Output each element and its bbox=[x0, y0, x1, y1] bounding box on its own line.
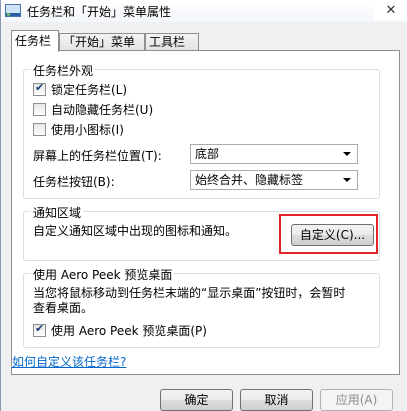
small-icons-checkbox[interactable]: 使用小图标(I) bbox=[33, 121, 124, 138]
group-taskbar-appearance: 任务栏外观 锁定任务栏(L) 自动隐藏任务栏(U) 使用小图标(I) 屏幕上的任… bbox=[23, 62, 380, 199]
apply-button[interactable]: 应用(A) bbox=[320, 389, 393, 411]
close-button[interactable]: ✕ bbox=[374, 0, 407, 20]
taskbar-buttons-value: 始终合并、隐藏标签 bbox=[195, 173, 304, 187]
help-link[interactable]: 如何自定义该任务栏? bbox=[12, 353, 126, 370]
aero-peek-checkbox-label: 使用 Aero Peek 预览桌面(P) bbox=[51, 324, 207, 338]
tab-panel-taskbar: 任务栏外观 锁定任务栏(L) 自动隐藏任务栏(U) 使用小图标(I) 屏幕上的任… bbox=[11, 50, 400, 375]
taskbar-app-icon bbox=[5, 3, 22, 19]
properties-window: 任务栏和「开始」菜单属性 ✕ 任务栏 「开始」菜单 工具栏 任务栏外观 锁定任务… bbox=[0, 0, 407, 411]
aero-peek-checkbox[interactable]: 使用 Aero Peek 预览桌面(P) bbox=[33, 322, 207, 339]
aero-peek-description-line2: 查看桌面。 bbox=[33, 301, 94, 315]
checkbox-box[interactable] bbox=[33, 123, 46, 136]
group-title-appearance: 任务栏外观 bbox=[31, 62, 96, 79]
tab-toolbars[interactable]: 工具栏 bbox=[145, 33, 199, 51]
lock-taskbar-label: 锁定任务栏(L) bbox=[51, 83, 128, 97]
taskbar-buttons-select[interactable]: 始终合并、隐藏标签 bbox=[190, 170, 358, 190]
checkbox-box[interactable] bbox=[33, 103, 46, 116]
taskbar-position-label: 屏幕上的任务栏位置(T): bbox=[33, 149, 162, 163]
small-icons-label: 使用小图标(I) bbox=[51, 123, 124, 137]
taskbar-position-value: 底部 bbox=[195, 147, 220, 161]
auto-hide-checkbox[interactable]: 自动隐藏任务栏(U) bbox=[33, 101, 153, 118]
title-bar[interactable]: 任务栏和「开始」菜单属性 ✕ bbox=[1, 0, 407, 22]
chevron-down-icon bbox=[343, 178, 351, 182]
group-title-aero-peek: 使用 Aero Peek 预览桌面 bbox=[31, 266, 175, 283]
taskbar-position-select[interactable]: 底部 bbox=[190, 144, 358, 164]
chevron-down-icon bbox=[343, 152, 351, 156]
auto-hide-label: 自动隐藏任务栏(U) bbox=[51, 103, 154, 117]
group-aero-peek: 使用 Aero Peek 预览桌面 当您将鼠标移动到任务栏末端的“显示桌面”按钮… bbox=[23, 266, 380, 348]
close-icon: ✕ bbox=[385, 2, 397, 18]
taskbar-buttons-label: 任务栏按钮(B): bbox=[33, 175, 115, 189]
cancel-button[interactable]: 取消 bbox=[240, 389, 313, 411]
checkbox-box[interactable] bbox=[33, 322, 46, 337]
highlight-box bbox=[279, 214, 378, 254]
notification-description: 自定义通知区域中出现的图标和通知。 bbox=[33, 224, 238, 238]
tab-start-menu[interactable]: 「开始」菜单 bbox=[59, 33, 145, 51]
window-title: 任务栏和「开始」菜单属性 bbox=[27, 5, 172, 19]
checkbox-box[interactable] bbox=[33, 81, 46, 96]
lock-taskbar-checkbox[interactable]: 锁定任务栏(L) bbox=[33, 81, 127, 98]
group-title-notification: 通知区域 bbox=[31, 204, 84, 221]
ok-button[interactable]: 确定 bbox=[160, 389, 233, 411]
tab-taskbar[interactable]: 任务栏 bbox=[11, 30, 59, 52]
